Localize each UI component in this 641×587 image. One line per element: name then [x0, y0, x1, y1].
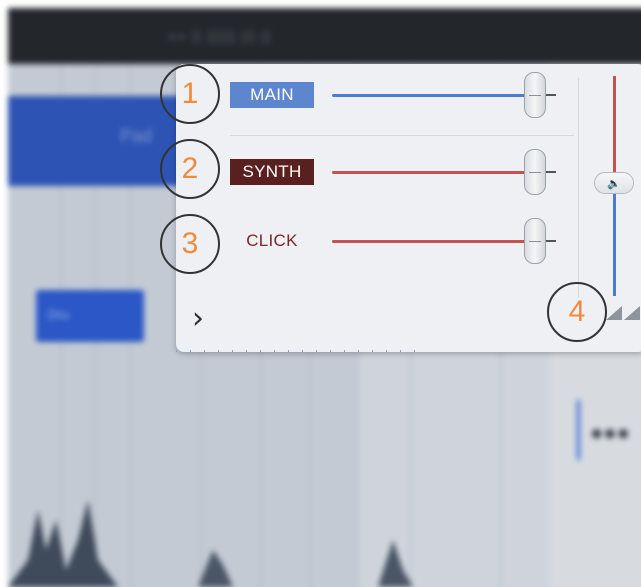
- master-meter-lower: [613, 186, 616, 296]
- background-track-label: Pad: [120, 126, 153, 146]
- row-divider: [230, 135, 574, 136]
- fader-track-click: [332, 240, 532, 243]
- callout-1: 1: [160, 64, 220, 124]
- callout-3: 3: [160, 214, 220, 274]
- fader-end-tick: [546, 171, 556, 173]
- background-playhead: [577, 400, 580, 460]
- speaker-icon: 🔈: [607, 177, 621, 190]
- background-bullet: ●●●: [590, 420, 630, 445]
- background-waveform: [8, 500, 413, 587]
- fader-handle-click[interactable]: [524, 218, 546, 264]
- chevron-right-icon[interactable]: ›: [192, 302, 214, 336]
- fader-track-synth: [332, 171, 532, 174]
- fader-end-tick: [546, 240, 556, 242]
- master-meter-upper: [613, 76, 616, 186]
- fader-handle-synth[interactable]: [524, 149, 546, 195]
- background-clip-label: Dru: [48, 307, 69, 322]
- callout-4: 4: [547, 282, 607, 342]
- callout-2: 2: [160, 139, 220, 199]
- panel-bottom-ruler: [176, 350, 416, 352]
- master-divider: [578, 78, 579, 298]
- master-volume-knob[interactable]: 🔈: [594, 172, 634, 194]
- channel-label-synth: SYNTH: [230, 159, 314, 185]
- channel-label-main: MAIN: [230, 82, 314, 108]
- fader-handle-main[interactable]: [524, 72, 546, 118]
- fader-end-tick: [546, 94, 556, 96]
- background-selected-track: [8, 96, 183, 186]
- background-toolbar-text: «» || |||||| ||| ||: [168, 28, 272, 45]
- fader-track-main: [332, 94, 532, 97]
- background-toolbar: «» || |||||| ||| ||: [8, 8, 641, 64]
- channel-label-click: CLICK: [246, 231, 298, 250]
